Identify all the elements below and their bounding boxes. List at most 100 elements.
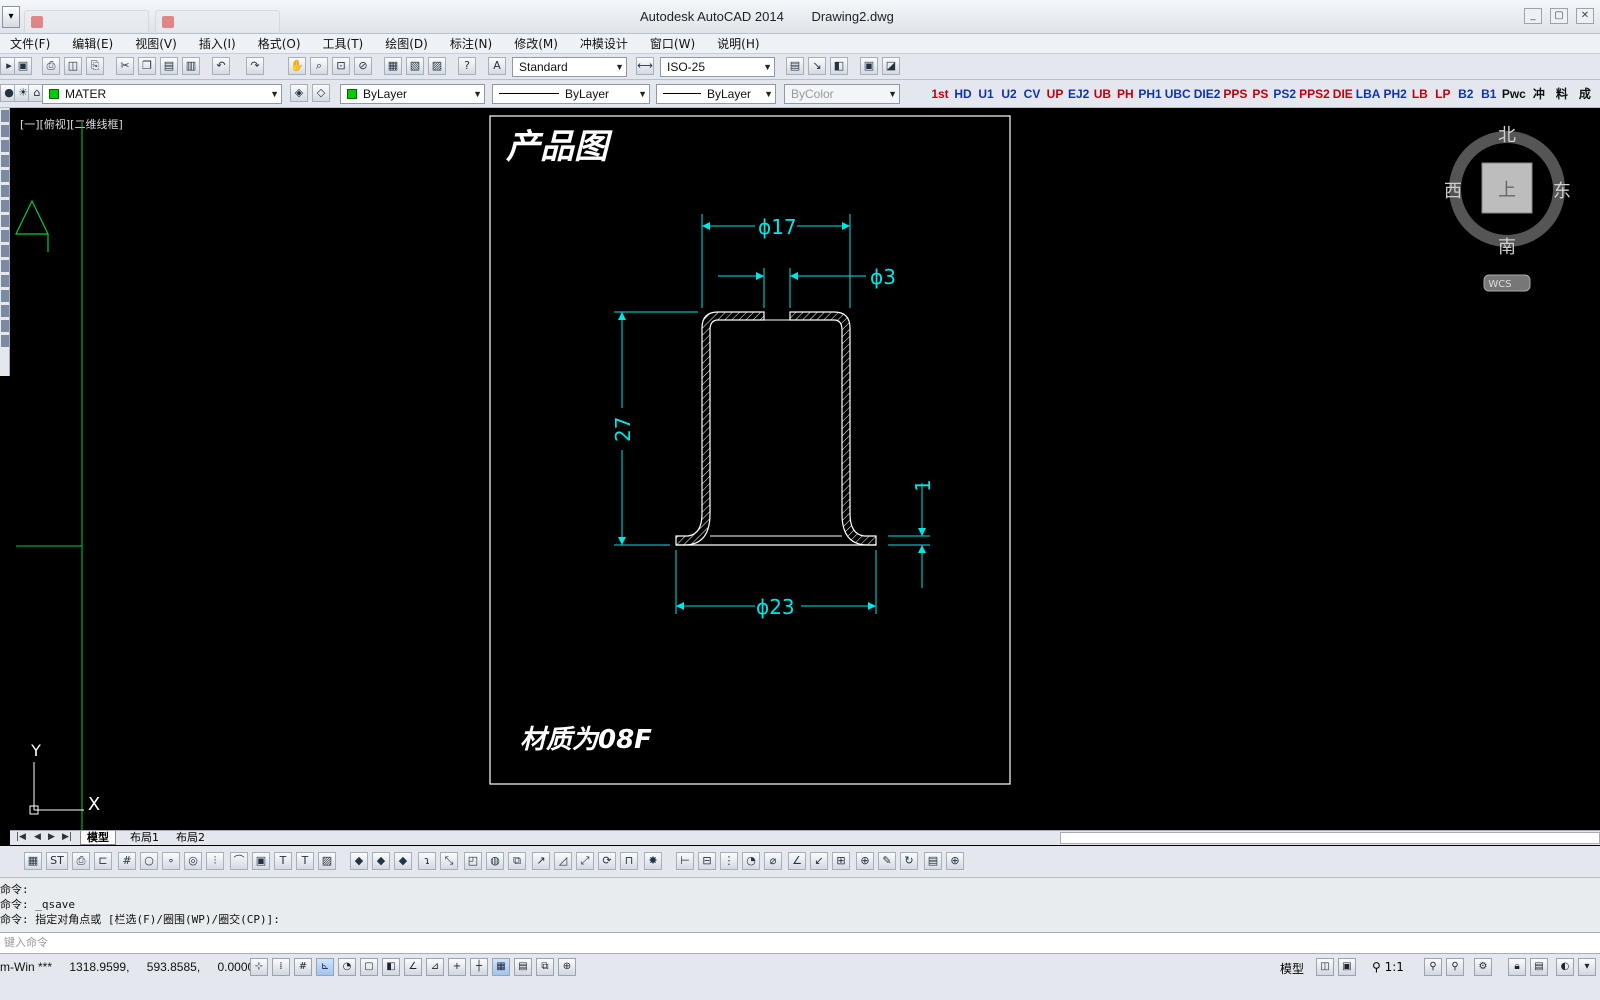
plot-icon[interactable]: ⎙	[42, 57, 60, 75]
application-menu-button[interactable]: ▾	[2, 6, 20, 28]
sphere-tool-icon[interactable]: ◍	[486, 852, 504, 870]
save-icon[interactable]: ▣	[14, 57, 32, 75]
break-tool-icon[interactable]: ⊓	[620, 852, 638, 870]
paste-icon[interactable]: ▤	[160, 57, 178, 75]
cut-icon[interactable]: ✂	[116, 57, 134, 75]
object-snap-tracking-icon[interactable]: ∠	[404, 958, 422, 976]
dim-style-select[interactable]: ISO-25 ▼	[660, 57, 775, 77]
compass-north[interactable]: 北	[1498, 125, 1516, 146]
custom-button-lba[interactable]: LBA	[1356, 84, 1381, 104]
ellipse-tool-icon[interactable]	[1, 230, 9, 242]
lineweight-select[interactable]: ByLayer ▼	[656, 84, 776, 104]
layer-select[interactable]: MATER ▼	[42, 84, 282, 104]
tab-first-icon[interactable]: |◀	[16, 832, 26, 842]
polyline-tool-icon[interactable]	[1, 125, 9, 137]
tab-last-icon[interactable]: ▶|	[62, 832, 72, 842]
text-tool-icon[interactable]: T	[274, 852, 292, 870]
leader-tool-icon[interactable]: ↙	[810, 852, 828, 870]
explode-tool-icon[interactable]: ✸	[644, 852, 662, 870]
grid-display-icon[interactable]: #	[294, 958, 312, 976]
tab-next-icon[interactable]: ▶	[48, 832, 55, 842]
command-input[interactable]: 键入命令	[0, 932, 1600, 954]
spline-tool-icon[interactable]	[1, 215, 9, 227]
menu-modify[interactable]: 修改(M)	[514, 35, 558, 52]
custom-button-pps[interactable]: PPS	[1223, 84, 1247, 104]
custom-button-ub[interactable]: UB	[1092, 84, 1112, 104]
stt-tool-icon[interactable]: ST	[46, 852, 68, 870]
multileader-style-icon[interactable]: ↘	[808, 57, 826, 75]
print-tool-icon[interactable]: ⎙	[72, 852, 90, 870]
custom-button-u2[interactable]: U2	[999, 84, 1019, 104]
toolbar-lock-icon[interactable]: 🔒︎	[1508, 958, 1526, 976]
make-block-icon[interactable]	[1, 260, 9, 272]
menu-view[interactable]: 视图(V)	[135, 35, 177, 52]
zoom-previous-icon[interactable]: ⊘	[354, 57, 372, 75]
custom-button-die[interactable]: DIE	[1333, 84, 1353, 104]
mirror-tool-icon[interactable]: ⧉	[508, 852, 526, 870]
restore-button[interactable]: ▢	[1550, 8, 1568, 24]
concentric-tool-icon[interactable]: ◎	[184, 852, 202, 870]
make-current-layer-icon[interactable]: ◈	[290, 84, 308, 102]
custom-button-lb[interactable]: LB	[1410, 84, 1430, 104]
compass-west[interactable]: 西	[1444, 181, 1462, 202]
design-center-icon[interactable]: ▧	[406, 57, 424, 75]
menu-die-design[interactable]: 冲模设计	[580, 35, 628, 52]
clean-screen-icon[interactable]: ▾	[1578, 958, 1596, 976]
table-style-icon[interactable]: ▤	[786, 57, 804, 75]
text-style-icon[interactable]: A	[488, 57, 506, 75]
hardware-acceleration-icon[interactable]: ▤	[1530, 958, 1548, 976]
plot-style-icon[interactable]: ◧	[830, 57, 848, 75]
model-space-button[interactable]: 模型	[1280, 960, 1304, 977]
color-select[interactable]: ByLayer ▼	[340, 84, 485, 104]
mtext-tool-icon[interactable]: T	[296, 852, 314, 870]
menu-edit[interactable]: 编辑(E)	[72, 35, 113, 52]
sheet-set-icon[interactable]: ▣	[860, 57, 878, 75]
scale-tool-icon[interactable]: ⤡	[440, 852, 458, 870]
layer-previous-icon[interactable]: ◇	[312, 84, 330, 102]
3d-object-snap-icon[interactable]: ◧	[382, 958, 400, 976]
annotation-scale[interactable]: ⚲ 1:1	[1372, 960, 1404, 974]
custom-button-die2[interactable]: DIE2	[1194, 84, 1221, 104]
quick-view-layouts-icon[interactable]: ◫	[1316, 958, 1334, 976]
custom-button-ej2[interactable]: EJ2	[1068, 84, 1089, 104]
dim-ordinate-icon[interactable]: ⋮	[720, 852, 738, 870]
minimize-button[interactable]: _	[1524, 8, 1542, 24]
tolerance-tool-icon[interactable]: ⊞	[832, 852, 850, 870]
menu-window[interactable]: 窗口(W)	[650, 35, 695, 52]
extend-tool-icon[interactable]: ↗	[532, 852, 550, 870]
align-tool-icon[interactable]: ⊏	[94, 852, 112, 870]
selection-cycling-icon[interactable]: ⧉	[536, 958, 554, 976]
custom-button-ps[interactable]: PS	[1250, 84, 1270, 104]
chamfer-tool-icon[interactable]: ◿	[554, 852, 572, 870]
dynamic-input-icon[interactable]: +	[448, 958, 466, 976]
solid-tool-icon[interactable]: ◆	[350, 852, 368, 870]
infer-constraints-icon[interactable]: ⊹	[250, 958, 268, 976]
annotation-visibility-icon[interactable]: ⚲	[1424, 958, 1442, 976]
custom-button-pps2[interactable]: PPS2	[1299, 84, 1330, 104]
custom-button-1st[interactable]: 1st	[930, 84, 950, 104]
markup-icon[interactable]: ◪	[882, 57, 900, 75]
custom-button-ph1[interactable]: PH1	[1138, 84, 1161, 104]
viewcube[interactable]: 上 北 南 西 东 WCS	[1444, 125, 1571, 292]
show-lineweight-icon[interactable]: ┼	[470, 958, 488, 976]
tool-palettes-icon[interactable]: ▨	[428, 57, 446, 75]
auto-scale-icon[interactable]: ⚲	[1446, 958, 1464, 976]
rectangle-tool-icon[interactable]	[1, 155, 9, 167]
rotate-tool-icon[interactable]: ⟳	[598, 852, 616, 870]
hook-tool-icon[interactable]: ɿ	[418, 852, 436, 870]
dim-edit-icon[interactable]: ✎	[878, 852, 896, 870]
custom-button-ubc[interactable]: UBC	[1165, 84, 1191, 104]
dim-radius-icon[interactable]: ◔	[742, 852, 760, 870]
tab-model[interactable]: 模型	[80, 831, 116, 845]
compass-south[interactable]: 南	[1498, 237, 1516, 258]
menu-help[interactable]: 说明(H)	[717, 35, 759, 52]
quick-view-drawings-icon[interactable]: ▣	[1338, 958, 1356, 976]
custom-button-hd[interactable]: HD	[953, 84, 973, 104]
hatch-edit-icon[interactable]: ▨	[318, 852, 336, 870]
linetype-select[interactable]: ByLayer ▼	[492, 84, 650, 104]
table-tool-icon[interactable]	[1, 335, 9, 347]
drawing-svg[interactable]: ϕ17 ϕ3 27 1 ϕ23 产品图 材质为08F 上 北 南 西 东 WCS…	[10, 108, 1600, 830]
custom-button-b2[interactable]: B2	[1456, 84, 1476, 104]
dim-linear-icon[interactable]: ⊢	[676, 852, 694, 870]
help-icon[interactable]: ?	[458, 57, 476, 75]
